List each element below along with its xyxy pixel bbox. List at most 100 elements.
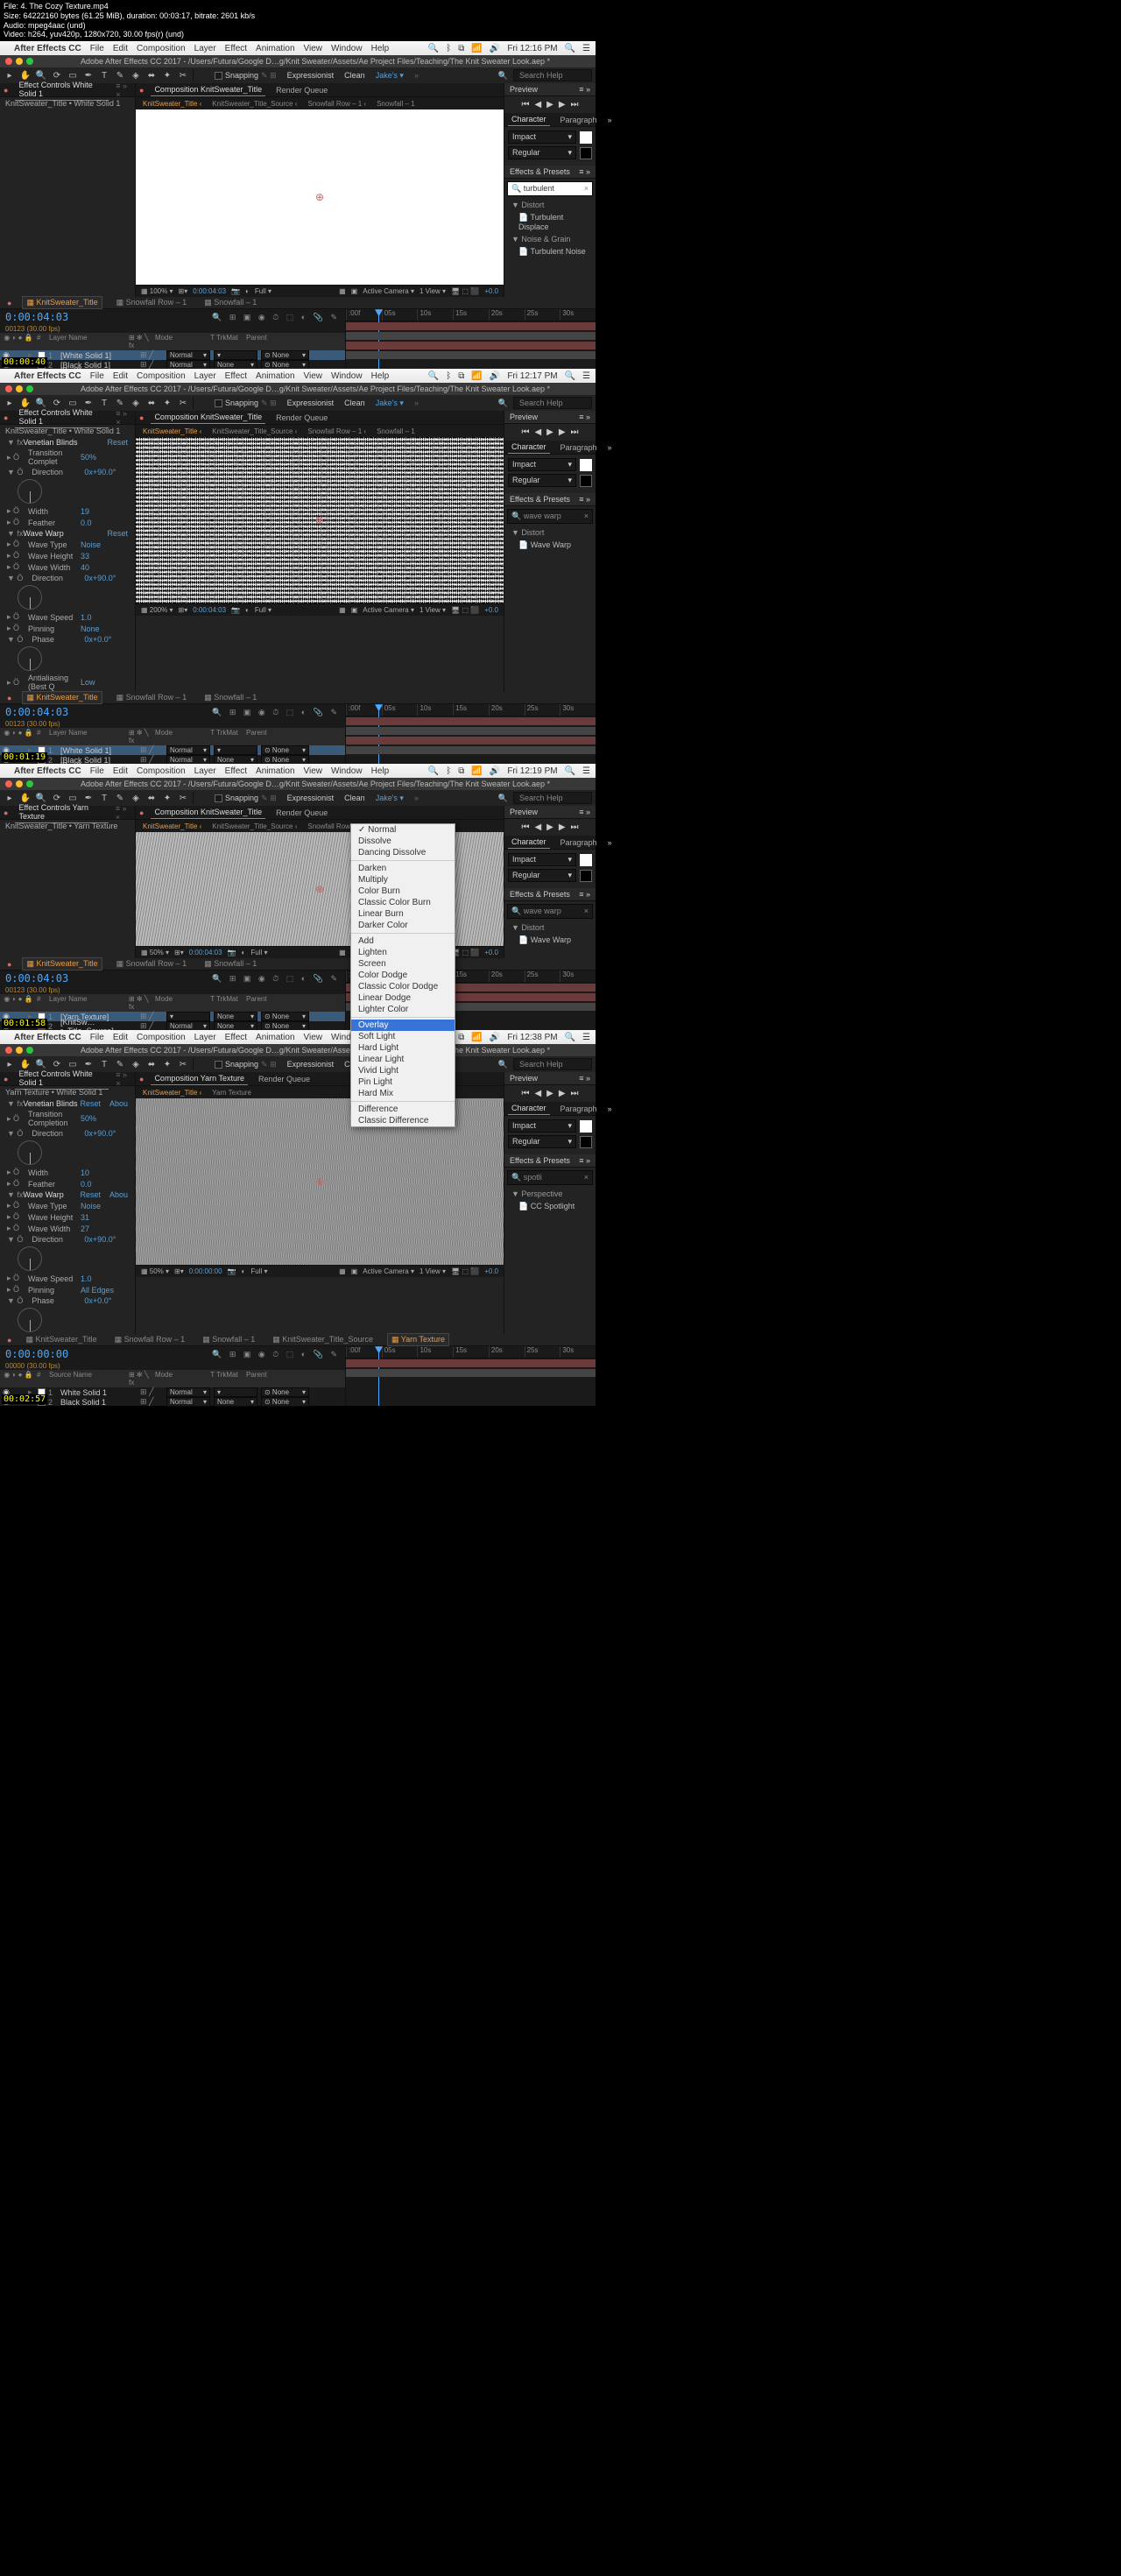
layer-duration-bar[interactable] bbox=[346, 1369, 596, 1377]
dropbox-icon[interactable]: ⧉ bbox=[458, 766, 464, 776]
composition-viewer[interactable]: ⊕ bbox=[136, 437, 504, 603]
blend-mode-option[interactable]: Difference bbox=[351, 1104, 455, 1115]
mask-icon[interactable]: ▣ bbox=[351, 606, 358, 614]
comp-tab[interactable]: Snowfall Row – 1 ‹ bbox=[307, 427, 366, 435]
expressionist-label[interactable]: Expressionist bbox=[287, 399, 335, 407]
tool-11[interactable]: ✂ bbox=[177, 792, 189, 804]
timeline-tab[interactable]: ▦ KnitSweater_Title_Source bbox=[269, 1334, 377, 1345]
bluetooth-icon[interactable]: ᛒ bbox=[446, 766, 451, 776]
minimize-icon[interactable] bbox=[16, 1047, 23, 1054]
zoom-dropdown[interactable]: ▦ 100% ▾ bbox=[141, 287, 173, 295]
reset-link[interactable]: Reset bbox=[80, 1099, 101, 1108]
layer-row[interactable]: ◉ ▸ 1 [White Solid 1] ⊞ ╱ Normal▾ ▾ ⊙ No… bbox=[0, 745, 345, 755]
minimize-icon[interactable] bbox=[16, 780, 23, 787]
blend-mode-option[interactable]: Color Burn bbox=[351, 886, 455, 897]
tool-10[interactable]: ✦ bbox=[161, 69, 173, 81]
tool-9[interactable]: ⬌ bbox=[145, 1058, 158, 1070]
last-frame-icon[interactable]: ⏭ bbox=[571, 1089, 579, 1098]
first-frame-icon[interactable]: ⏮ bbox=[521, 1089, 529, 1098]
blend-mode-option[interactable]: Overlay bbox=[351, 1020, 455, 1031]
camera-dropdown[interactable]: Active Camera ▾ bbox=[363, 606, 414, 614]
dropbox-icon[interactable]: ⧉ bbox=[458, 44, 464, 53]
menu-composition[interactable]: Composition bbox=[137, 1033, 186, 1042]
expressionist-label[interactable]: Expressionist bbox=[287, 1060, 335, 1069]
footer-timecode[interactable]: 0:00:04:03 bbox=[193, 287, 226, 295]
close-icon[interactable] bbox=[5, 780, 12, 787]
view-dropdown[interactable]: 1 View ▾ bbox=[419, 606, 446, 614]
menu-animation[interactable]: Animation bbox=[256, 1033, 294, 1042]
play-icon[interactable]: ▶ bbox=[546, 822, 553, 832]
layer-duration-bar[interactable] bbox=[346, 737, 596, 745]
comp-tab[interactable]: KnitSweater_Title_Source ‹ bbox=[212, 822, 297, 830]
tool-8[interactable]: ◈ bbox=[130, 1058, 142, 1070]
timeline-icons[interactable]: 🔍 ⊞ ▣ ◉ ⏱ ⬚ ◐ 📎 ✎ bbox=[212, 708, 340, 717]
timeline-tab[interactable]: ▦ Snowfall Row – 1 bbox=[111, 1334, 189, 1345]
paragraph-tab[interactable]: Paragraph bbox=[557, 1103, 601, 1115]
timeline-icons[interactable]: 🔍 ⊞ ▣ ◉ ⏱ ⬚ ◐ 📎 ✎ bbox=[212, 974, 340, 984]
clean-label[interactable]: Clean bbox=[344, 399, 365, 407]
footer-timecode[interactable]: 0:00:04:03 bbox=[193, 606, 226, 614]
tool-7[interactable]: ✎ bbox=[114, 792, 126, 804]
effect-controls-title[interactable]: Effect Controls White Solid 1 bbox=[15, 406, 109, 428]
clean-label[interactable]: Clean bbox=[344, 794, 365, 802]
composition-viewer[interactable]: ⊕ bbox=[136, 109, 504, 285]
effect-Venetian Blinds[interactable]: ▼ fx Venetian BlindsResetAbou bbox=[0, 1098, 135, 1109]
layer-name[interactable]: [White Solid 1] bbox=[57, 746, 140, 755]
layer-row[interactable]: ◉ ▸ 1 [Yarn Texture] ⊞ ╱ ▾ None▾ ⊙ None▾ bbox=[0, 1012, 345, 1021]
render-queue-tab[interactable]: Render Queue bbox=[272, 807, 331, 819]
clock[interactable]: Fri 12:38 PM bbox=[507, 1033, 557, 1042]
camera-dropdown[interactable]: Active Camera ▾ bbox=[363, 1267, 414, 1275]
menu-layer[interactable]: Layer bbox=[194, 371, 216, 381]
angle-control[interactable] bbox=[18, 1308, 42, 1332]
volume-icon[interactable]: 🔊 bbox=[490, 766, 500, 776]
blend-mode-option[interactable]: Color Dodge bbox=[351, 970, 455, 981]
menu-file[interactable]: File bbox=[90, 371, 104, 381]
menu-layer[interactable]: Layer bbox=[194, 766, 216, 776]
preset-item[interactable]: 📄 Wave Warp bbox=[504, 934, 596, 947]
layer-duration-bar[interactable] bbox=[346, 746, 596, 754]
tool-7[interactable]: ✎ bbox=[114, 69, 126, 81]
preset-category[interactable]: ▼ Distort bbox=[504, 526, 596, 539]
character-tab[interactable]: Character bbox=[508, 836, 550, 849]
search-icon[interactable]: 🔍 bbox=[565, 44, 575, 53]
blend-mode-dropdown[interactable]: Normal▾ bbox=[166, 1387, 210, 1397]
menu-animation[interactable]: Animation bbox=[256, 44, 294, 53]
menu-help[interactable]: Help bbox=[371, 766, 390, 776]
blend-mode-dropdown[interactable]: Normal▾ bbox=[166, 350, 210, 360]
menu-window[interactable]: Window bbox=[331, 371, 363, 381]
comp-tab[interactable]: Snowfall Row – 1 ‹ bbox=[307, 100, 366, 108]
comp-panel-title[interactable]: Composition KnitSweater_Title bbox=[151, 83, 265, 96]
timeline-tab[interactable]: ▦ Snowfall – 1 bbox=[201, 958, 260, 970]
exposure[interactable]: +0.0 bbox=[484, 1267, 498, 1275]
tool-8[interactable]: ◈ bbox=[130, 397, 142, 409]
stroke-color-swatch[interactable] bbox=[580, 870, 592, 882]
app-name[interactable]: After Effects CC bbox=[14, 44, 81, 53]
blend-mode-option[interactable]: Linear Light bbox=[351, 1054, 455, 1065]
about-link[interactable]: Abou bbox=[109, 1190, 128, 1199]
layer-duration-bar[interactable] bbox=[346, 727, 596, 735]
layer-name[interactable]: [White Solid 1] bbox=[57, 351, 140, 360]
channel-icon[interactable]: ◐ bbox=[245, 287, 250, 295]
res-dropdown[interactable]: Full ▾ bbox=[255, 287, 271, 295]
parent-dropdown[interactable]: ⊙ None▾ bbox=[261, 1397, 309, 1407]
trkmat-dropdown[interactable]: ▾ bbox=[214, 745, 257, 755]
tool-0[interactable]: ▸ bbox=[4, 792, 16, 804]
prev-frame-icon[interactable]: ◀ bbox=[534, 427, 541, 437]
layer-duration-bar[interactable] bbox=[346, 332, 596, 340]
blend-mode-option[interactable]: Hard Mix bbox=[351, 1088, 455, 1099]
timeline-icons[interactable]: 🔍 ⊞ ▣ ◉ ⏱ ⬚ ◐ 📎 ✎ bbox=[212, 313, 340, 322]
play-icon[interactable]: ▶ bbox=[546, 427, 553, 437]
blend-mode-option[interactable]: Linear Burn bbox=[351, 908, 455, 920]
tool-11[interactable]: ✂ bbox=[177, 69, 189, 81]
grid-icon[interactable]: ▦ bbox=[339, 287, 346, 295]
next-frame-icon[interactable]: ▶ bbox=[559, 1089, 566, 1098]
timeline-tab[interactable]: ▦ KnitSweater_Title bbox=[22, 957, 102, 970]
menu-icon[interactable]: ☰ bbox=[582, 1033, 590, 1042]
timeline-icons[interactable]: 🔍 ⊞ ▣ ◉ ⏱ ⬚ ◐ 📎 ✎ bbox=[212, 1350, 340, 1359]
footer-timecode[interactable]: 0:00:00:00 bbox=[189, 1267, 222, 1275]
first-frame-icon[interactable]: ⏮ bbox=[521, 100, 529, 109]
font-family-dropdown[interactable]: Impact▾ bbox=[508, 131, 576, 144]
maximize-icon[interactable] bbox=[26, 780, 33, 787]
next-frame-icon[interactable]: ▶ bbox=[559, 822, 566, 832]
menu-edit[interactable]: Edit bbox=[113, 766, 128, 776]
